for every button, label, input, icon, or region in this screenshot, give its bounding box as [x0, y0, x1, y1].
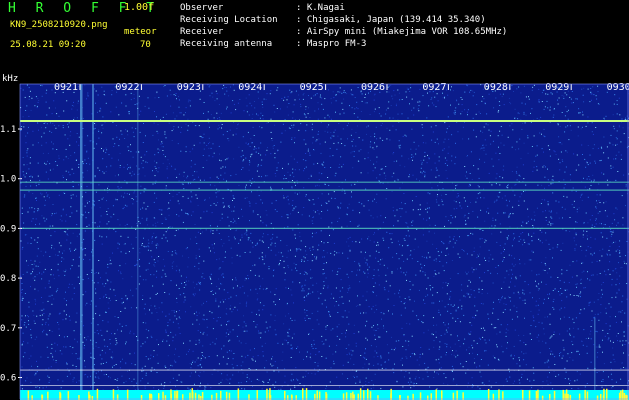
vertical-trace-3 — [594, 317, 596, 400]
bottom-marker-tick — [553, 390, 556, 400]
y-tick-label: 0.9 — [0, 224, 16, 234]
vertical-trace-0 — [80, 84, 83, 400]
bottom-marker-tick — [606, 388, 608, 400]
bottom-marker-tick — [302, 388, 304, 400]
x-tick-label: 0922 — [115, 82, 139, 93]
bottom-marker-tick — [522, 389, 524, 400]
bottom-marker-tick — [535, 390, 538, 400]
bottom-marker-tick — [528, 390, 531, 400]
bottom-marker-tick — [291, 395, 293, 400]
x-tick-label: 0927 — [422, 82, 446, 93]
x-tick-label: 0924 — [238, 82, 262, 93]
x-tick-label: 0928 — [484, 82, 508, 93]
meteor-count: 70 — [140, 40, 151, 50]
observer-label: Observer — [180, 3, 224, 13]
x-tick-label: 0930 — [607, 82, 629, 93]
bottom-marker-tick — [96, 388, 99, 400]
bottom-marker-tick — [112, 389, 115, 400]
spectrogram-background — [20, 84, 629, 400]
bottom-marker-tick — [541, 395, 544, 400]
bottom-marker-tick — [256, 390, 258, 400]
x-tick-label: 0921 — [54, 82, 78, 93]
bottom-marker-tick — [369, 391, 372, 400]
receiver-value: : AirSpy mini (Miakejima VOR 108.65MHz) — [296, 27, 508, 37]
date-time: 25.08.21 09:20 — [10, 40, 86, 50]
bottom-marker-tick — [596, 395, 599, 400]
bottom-marker-tick — [266, 388, 268, 400]
bottom-marker-tick — [487, 388, 490, 400]
bottom-marker-tick — [220, 390, 222, 400]
bottom-marker-tick — [200, 395, 202, 400]
spectrogram-chart: 1.1 1.0 0.9 0.8 0.7 0.6 0921 0922 0923 0924 0925 09… — [0, 82, 629, 400]
y-tick-label: 0.6 — [0, 374, 16, 384]
meteor-label: meteor — [124, 27, 157, 37]
bottom-marker-tick — [621, 389, 624, 400]
bottom-marker-tick — [367, 388, 369, 400]
bottom-marker-tick — [27, 390, 30, 400]
bottom-marker-tick — [456, 390, 458, 400]
y-tick-label: 1.1 — [0, 125, 16, 135]
file-name: KN9_2508210920.png — [10, 20, 108, 30]
bottom-marker-tick — [284, 390, 286, 400]
x-tick-label: 0926 — [361, 82, 385, 93]
version-label: 1.00f — [124, 2, 155, 13]
bottom-marker-tick — [407, 395, 409, 400]
bottom-marker-tick — [435, 389, 437, 400]
bottom-marker-tick — [603, 388, 605, 400]
observer-value: : K.Nagai — [296, 3, 345, 13]
y-tick-label: 0.8 — [0, 274, 16, 284]
location-value: : Chigasaki, Japan (139.414 35.340) — [296, 15, 486, 25]
antenna-value: : Maspro FM-3 — [296, 39, 367, 49]
vertical-trace-1 — [92, 84, 94, 400]
y-tick-label: 0.7 — [0, 324, 16, 334]
y-tick-label: 1.0 — [0, 175, 16, 185]
bottom-marker-tick — [126, 389, 129, 400]
bottom-marker-tick — [91, 395, 94, 400]
x-tick-label: 0923 — [177, 82, 201, 93]
bottom-marker-tick — [67, 391, 70, 400]
bottom-marker-tick — [498, 389, 500, 400]
vertical-trace-2 — [137, 84, 139, 400]
location-label: Receiving Location — [180, 15, 278, 25]
bottom-marker-tick — [562, 389, 564, 400]
bottom-marker-tick — [427, 395, 429, 400]
receiver-label: Receiver — [180, 27, 224, 37]
bottom-marker-tick — [441, 390, 443, 400]
antenna-label: Receiving antenna — [180, 39, 273, 49]
bottom-marker-tick — [316, 390, 318, 400]
bottom-marker-tick — [359, 388, 362, 400]
bottom-marker-tick — [305, 388, 308, 400]
bottom-marker-tick — [537, 389, 539, 400]
bottom-marker-tick — [569, 395, 572, 400]
x-tick-label: 0929 — [545, 82, 569, 93]
bottom-marker-tick — [170, 389, 172, 400]
header-panel: H R O F F T 1.00f KN9_2508210920.png 25.… — [0, 0, 629, 74]
bottom-marker-tick — [174, 391, 176, 400]
bottom-marker-tick — [237, 388, 240, 400]
x-tick-label: 0925 — [300, 82, 324, 93]
bottom-marker-tick — [584, 389, 586, 400]
bottom-marker-tick — [363, 390, 365, 400]
